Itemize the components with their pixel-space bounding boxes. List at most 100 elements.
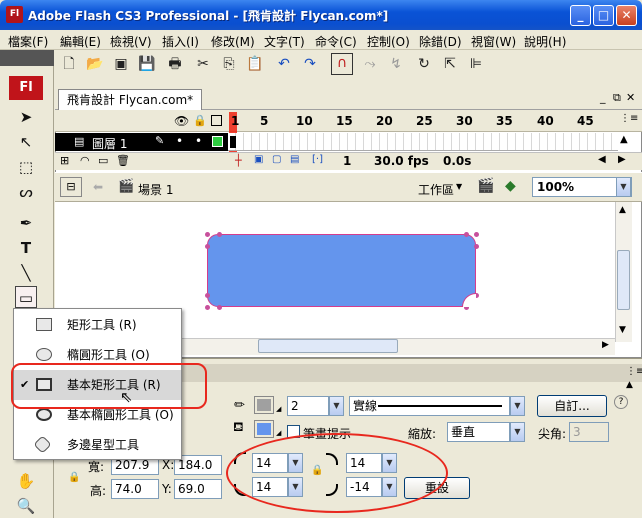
layer-lock-dot[interactable]: • — [195, 134, 202, 148]
shape-handle[interactable] — [474, 244, 479, 249]
pen-tool-icon[interactable]: ✒ — [15, 212, 37, 234]
timeline-scroll-up[interactable]: ▲ — [620, 134, 628, 145]
insert-layer-icon[interactable]: ⊞ — [60, 154, 69, 167]
height-input[interactable]: 74.0 — [111, 479, 159, 499]
menu-file[interactable]: 檔案(F) — [8, 33, 48, 50]
frame-rate[interactable]: 30.0 fps — [374, 154, 429, 168]
paste-icon[interactable]: 📋 — [246, 55, 264, 73]
modify-onion-icon[interactable]: [·] — [312, 154, 323, 165]
flyout-item-polystar[interactable]: 多邊星型工具 — [14, 430, 181, 460]
text-tool-icon[interactable]: T — [15, 237, 37, 259]
maximize-button[interactable]: □ — [593, 5, 614, 26]
free-transform-tool-icon[interactable]: ⬚ — [15, 156, 37, 178]
layer-visible-dot[interactable]: • — [176, 134, 183, 148]
rounded-rectangle-shape[interactable] — [207, 234, 476, 307]
edit-symbol-icon[interactable]: ◆ — [505, 178, 516, 194]
onion-outline-icon[interactable]: ▢ — [272, 154, 281, 165]
close-button[interactable]: ✕ — [616, 5, 637, 26]
cut-icon[interactable]: ✂ — [194, 55, 212, 73]
y-input[interactable]: 69.0 — [174, 479, 222, 499]
scroll-right-arrow[interactable]: ▶ — [602, 340, 609, 350]
timeline-menu-icon[interactable]: ⋮≡ — [620, 113, 638, 124]
tools-panel-grip[interactable] — [0, 50, 54, 66]
horizontal-scroll-thumb[interactable] — [258, 339, 398, 353]
workspace-dropdown[interactable]: 工作區 — [418, 181, 454, 198]
insert-folder-icon[interactable]: ▭ — [98, 154, 108, 167]
layer-outline-color[interactable] — [212, 136, 223, 147]
center-frame-icon[interactable]: ┼ — [235, 154, 242, 167]
menu-commands[interactable]: 命令(C) — [315, 33, 357, 50]
tab-close-icon[interactable]: ✕ — [626, 91, 635, 104]
minimize-button[interactable]: _ — [570, 5, 591, 26]
zoom-dropdown-arrow[interactable]: ▼ — [616, 177, 631, 197]
tab-minimize-icon[interactable]: _ — [600, 91, 606, 104]
undo-icon[interactable]: ↶ — [275, 55, 293, 73]
menu-text[interactable]: 文字(T) — [264, 33, 305, 50]
fill-color-swatch[interactable] — [254, 420, 274, 438]
shape-handle[interactable] — [205, 293, 210, 298]
stroke-color-swatch[interactable] — [254, 396, 274, 414]
frames-row[interactable] — [228, 133, 618, 151]
stroke-height-input[interactable]: 2 — [287, 396, 329, 416]
miter-input[interactable]: 3 — [569, 422, 609, 442]
save-icon[interactable]: 💾 — [138, 55, 156, 73]
timeline-scroll-right[interactable]: ▶ — [618, 154, 626, 165]
panel-menu-icon[interactable]: ⋮≡ — [626, 366, 642, 377]
edit-multiple-icon[interactable]: ▤ — [290, 154, 299, 165]
line-tool-icon[interactable]: ╲ — [15, 262, 37, 284]
stroke-style-arrow[interactable]: ▼ — [510, 396, 525, 416]
vertical-scroll-thumb[interactable] — [617, 250, 630, 310]
open-icon[interactable]: 📂 — [86, 55, 104, 73]
edit-scene-icon[interactable]: 🎬 — [477, 178, 494, 194]
smooth-icon[interactable]: ⤳ — [361, 55, 379, 73]
timeline-toggle-icon[interactable]: ⊟ — [60, 177, 82, 197]
scale-icon[interactable]: ⇱ — [441, 55, 459, 73]
scroll-down-arrow[interactable]: ▼ — [619, 325, 626, 335]
shape-handle[interactable] — [217, 305, 222, 310]
help-icon[interactable]: ? — [614, 395, 628, 409]
onion-skin-icon[interactable]: ▣ — [254, 154, 263, 165]
shape-handle[interactable] — [205, 232, 210, 237]
new-icon[interactable]: 🗋 — [60, 55, 78, 73]
menu-modify[interactable]: 修改(M) — [211, 33, 255, 50]
menu-view[interactable]: 檢視(V) — [110, 33, 152, 50]
shape-handle[interactable] — [217, 232, 222, 237]
menu-control[interactable]: 控制(O) — [367, 33, 410, 50]
shape-handle[interactable] — [205, 305, 210, 310]
fill-color-arrow[interactable]: ◢ — [276, 429, 281, 437]
panel-collapse-icon[interactable]: ▲ — [626, 380, 633, 390]
selection-tool-icon[interactable]: ➤ — [15, 106, 37, 128]
shape-handle[interactable] — [205, 244, 210, 249]
align-icon[interactable]: ⊫ — [467, 55, 485, 73]
scene-name[interactable]: 場景 1 — [138, 181, 173, 198]
timeline-scroll-left[interactable]: ◀ — [598, 154, 606, 165]
keyframe[interactable] — [230, 136, 236, 148]
print-icon[interactable]: 🖶 — [166, 55, 184, 73]
delete-layer-icon[interactable]: 🗑 — [116, 154, 130, 167]
subselection-tool-icon[interactable]: ↖ — [15, 131, 37, 153]
menu-edit[interactable]: 編輯(E) — [60, 33, 101, 50]
menu-window[interactable]: 視窗(W) — [471, 33, 516, 50]
scale-select-arrow[interactable]: ▼ — [510, 422, 525, 442]
bridge-icon[interactable]: ▣ — [112, 55, 130, 73]
copy-icon[interactable]: ⎘ — [220, 55, 238, 73]
snap-magnet-icon[interactable]: ∩ — [331, 53, 353, 75]
stroke-height-arrow[interactable]: ▼ — [329, 396, 344, 416]
zoom-tool-icon[interactable]: 🔍 — [15, 495, 37, 517]
shape-handle[interactable] — [474, 232, 479, 237]
eye-icon[interactable]: 👁 — [174, 114, 189, 128]
menu-debug[interactable]: 除錯(D) — [419, 33, 462, 50]
document-tab[interactable]: 飛肯設計 Flycan.com* — [58, 89, 203, 110]
rectangle-tool-icon[interactable]: ▭ — [15, 286, 37, 308]
scroll-up-arrow[interactable]: ▲ — [619, 205, 626, 215]
menu-help[interactable]: 說明(H) — [524, 33, 566, 50]
layer-name[interactable]: 圖層 1 — [92, 135, 127, 152]
rotate-icon[interactable]: ↻ — [415, 55, 433, 73]
flyout-item-rectangle[interactable]: 矩形工具 (R) — [14, 310, 181, 340]
redo-icon[interactable]: ↷ — [301, 55, 319, 73]
tab-restore-icon[interactable]: ⧉ — [613, 91, 621, 105]
menu-insert[interactable]: 插入(I) — [162, 33, 199, 50]
straighten-icon[interactable]: ↯ — [387, 55, 405, 73]
outline-icon[interactable] — [211, 115, 222, 126]
stroke-style-select[interactable]: 實線 — [349, 396, 510, 416]
